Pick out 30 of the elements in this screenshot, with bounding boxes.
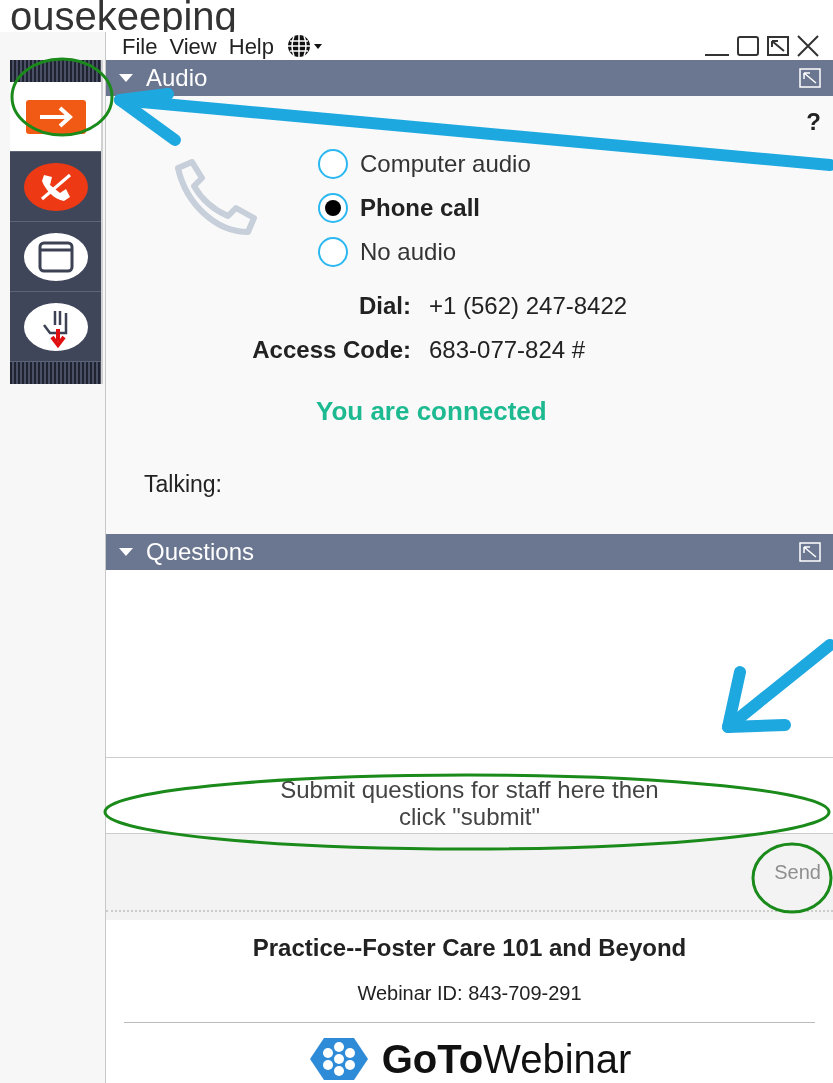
help-button[interactable]: ? bbox=[806, 104, 821, 140]
muted-phone-icon bbox=[23, 162, 88, 211]
access-code-label: Access Code: bbox=[251, 335, 411, 365]
dial-number: +1 (562) 247-8422 bbox=[429, 291, 629, 321]
webinar-title: Practice--Foster Care 101 and Beyond bbox=[252, 933, 687, 963]
pop-out-icon[interactable] bbox=[765, 34, 791, 58]
grip-handle[interactable] bbox=[10, 362, 101, 384]
radio-option[interactable]: Phone call bbox=[318, 192, 531, 224]
radio-option[interactable]: No audio bbox=[318, 236, 531, 268]
maximize-icon[interactable] bbox=[735, 34, 761, 58]
hand-icon bbox=[23, 302, 88, 351]
toolbar-button[interactable] bbox=[10, 82, 101, 152]
webinar-id: Webinar ID: 843-709-291 bbox=[357, 981, 582, 1006]
dial-label: Dial: bbox=[358, 291, 411, 321]
panel-header[interactable]: Questions bbox=[106, 534, 833, 570]
radio-button[interactable] bbox=[318, 237, 348, 267]
close-icon[interactable] bbox=[795, 34, 821, 58]
talking-label: Talking: bbox=[144, 471, 222, 497]
collapse-caret-icon bbox=[118, 72, 134, 84]
collapse-caret-icon bbox=[118, 546, 134, 558]
panel-header[interactable]: Audio bbox=[106, 60, 833, 96]
radio-option[interactable]: Computer audio bbox=[318, 148, 531, 180]
question-input[interactable]: Submit questions for staff here then click "submit" bbox=[106, 758, 833, 834]
language-menu[interactable] bbox=[286, 34, 324, 58]
radio-button[interactable] bbox=[318, 149, 348, 179]
product-logo: GoToWebinar bbox=[381, 1036, 632, 1083]
access-code: 683-077-824 # bbox=[429, 335, 587, 365]
window-icon bbox=[23, 232, 88, 281]
radio-button[interactable] bbox=[318, 193, 348, 223]
connection-status: You are connected bbox=[316, 396, 547, 426]
